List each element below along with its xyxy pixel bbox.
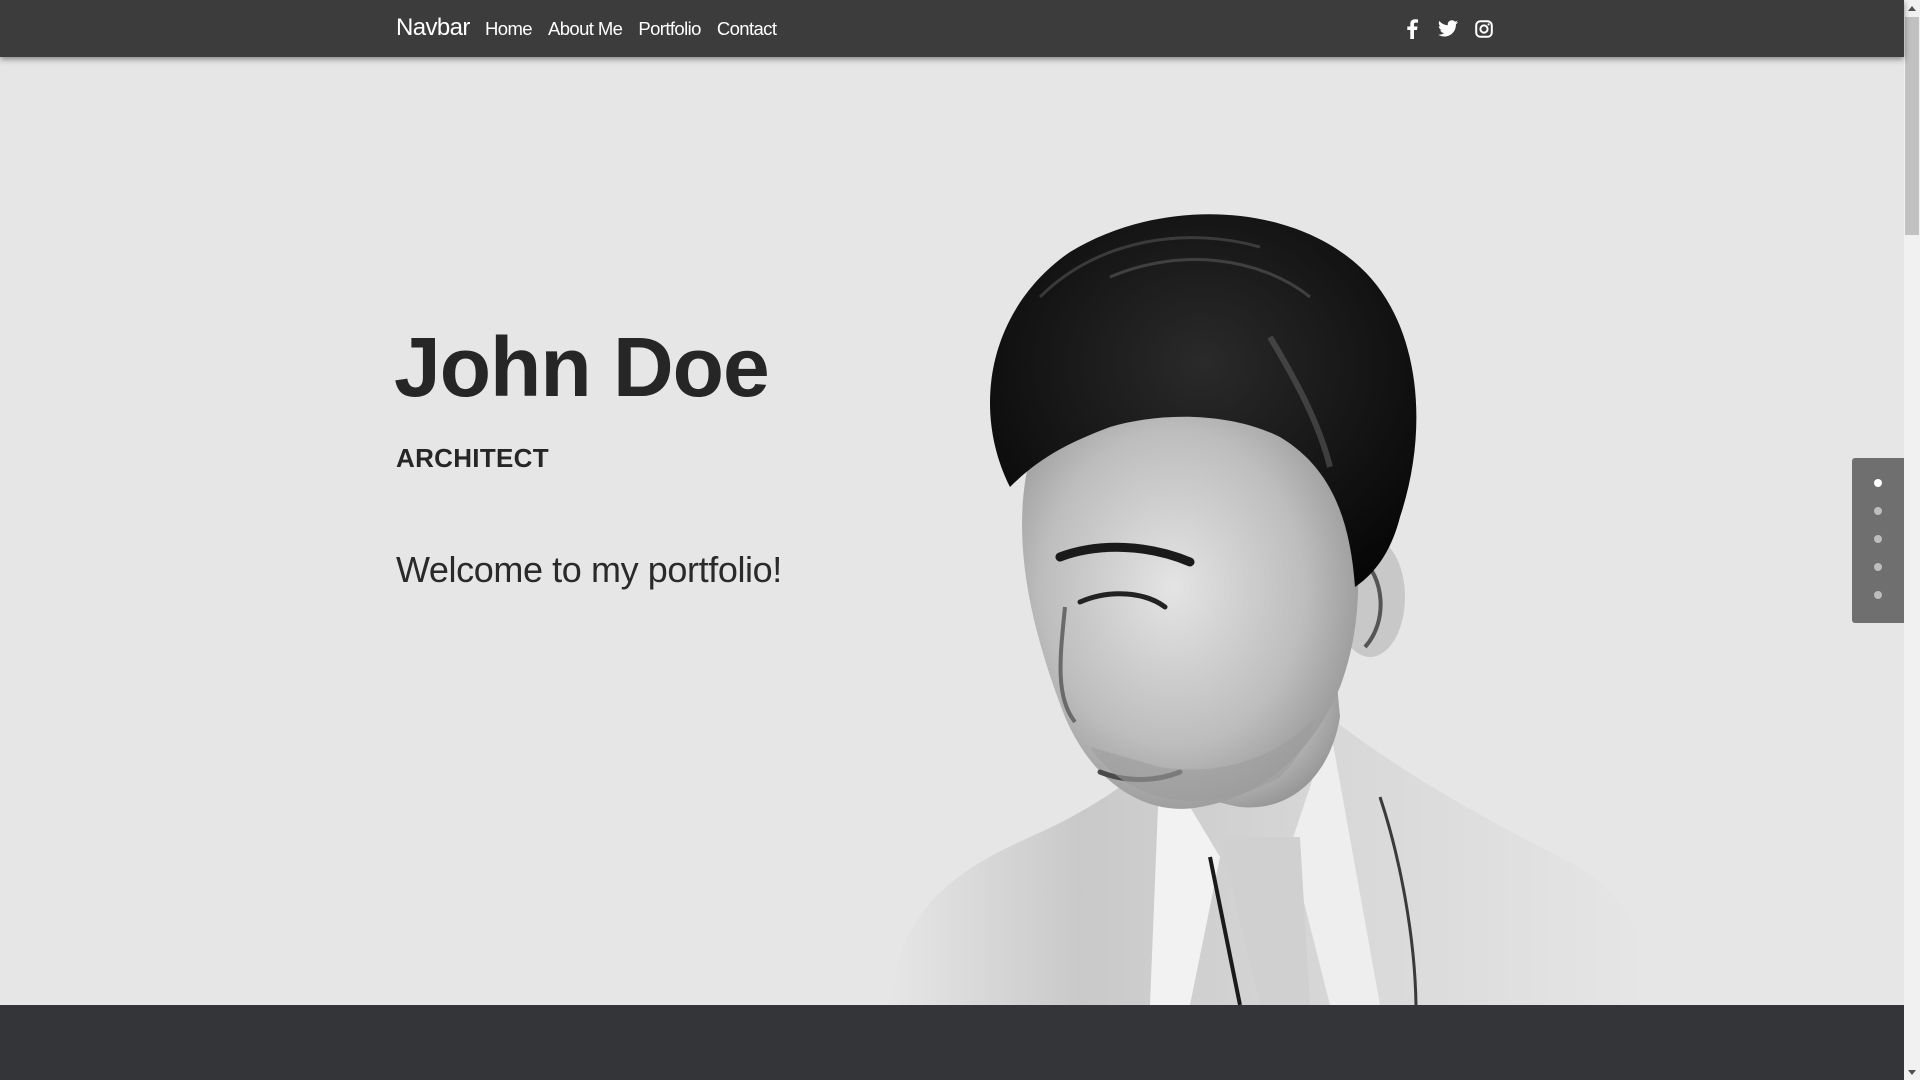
hero-name: John Doe	[394, 320, 770, 414]
nav-link-portfolio[interactable]: Portfolio	[638, 18, 701, 40]
scroll-down-arrow-icon[interactable]	[1904, 1064, 1920, 1080]
hero-role: ARCHITECT	[396, 443, 549, 473]
hero-section: John Doe ARCHITECT Welcome to my portfol…	[0, 57, 1904, 1005]
section-dot-2[interactable]	[1874, 507, 1882, 515]
navbar-brand[interactable]: Navbar	[396, 0, 470, 57]
hero-welcome-text: Welcome to my portfolio!	[396, 549, 782, 590]
nav-link-contact[interactable]: Contact	[717, 18, 777, 40]
instagram-icon[interactable]	[1472, 17, 1496, 41]
footer	[0, 1005, 1904, 1080]
section-dot-4[interactable]	[1874, 563, 1882, 571]
navbar: Navbar Home About Me Portfolio Contact	[0, 0, 1904, 57]
section-dot-5[interactable]	[1874, 591, 1882, 599]
social-links	[1400, 0, 1508, 57]
nav-link-about-me[interactable]: About Me	[548, 18, 623, 40]
scroll-up-arrow-icon[interactable]	[1904, 0, 1920, 16]
twitter-icon[interactable]	[1436, 17, 1460, 41]
section-dots-nav	[1852, 458, 1904, 623]
section-dot-1[interactable]	[1874, 479, 1882, 487]
nav-link-home[interactable]: Home	[485, 18, 533, 40]
portrait-photo	[860, 157, 1660, 1005]
section-dot-3[interactable]	[1874, 535, 1882, 543]
scrollbar[interactable]	[1904, 0, 1920, 1080]
scrollbar-thumb[interactable]	[1905, 17, 1919, 235]
nav-links: Home About Me Portfolio Contact	[485, 0, 792, 57]
facebook-icon[interactable]	[1400, 17, 1424, 41]
